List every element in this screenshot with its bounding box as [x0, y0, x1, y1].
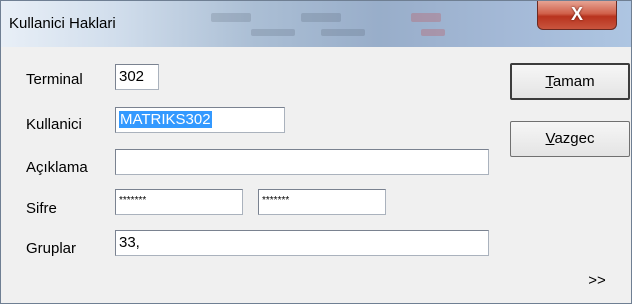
background-blur	[301, 13, 341, 22]
ok-mnemonic: T	[545, 73, 553, 90]
window-title: Kullanici Haklari	[9, 15, 116, 32]
background-blur	[211, 13, 251, 22]
ok-label: amam	[552, 73, 595, 90]
close-icon: X	[570, 4, 583, 24]
title-bar[interactable]: Kullanici Haklari X	[1, 1, 631, 47]
close-button[interactable]: X	[537, 1, 617, 30]
terminal-field[interactable]: 302	[115, 64, 159, 90]
terminal-value: 302	[119, 68, 145, 85]
more-button[interactable]: >>	[573, 264, 621, 298]
ok-button[interactable]: Tamam	[510, 63, 630, 100]
password-value: *******	[119, 195, 147, 206]
password-confirm-field[interactable]: *******	[258, 189, 386, 215]
more-icon: >>	[588, 272, 606, 289]
gruplar-label: Gruplar	[26, 240, 77, 257]
sifre-label: Sifre	[26, 200, 57, 217]
background-blur	[421, 29, 445, 36]
gruplar-field[interactable]: 33,	[115, 230, 489, 256]
kullanici-label: Kullanici	[26, 116, 82, 133]
background-blur	[321, 29, 365, 36]
aciklama-field[interactable]	[115, 149, 489, 175]
background-blur	[251, 29, 295, 36]
aciklama-label: Açıklama	[26, 159, 88, 176]
cancel-button[interactable]: Vazgec	[510, 121, 630, 157]
background-blur	[411, 13, 441, 22]
kullanici-value: MATRIKS302	[119, 111, 212, 128]
dialog-window: Kullanici Haklari X Terminal 302 Kullani…	[0, 0, 632, 304]
terminal-label: Terminal	[26, 71, 83, 88]
cancel-label: azgec	[554, 130, 595, 147]
password-field[interactable]: *******	[115, 189, 243, 215]
gruplar-value: 33,	[119, 234, 140, 251]
password-confirm-value: *******	[262, 195, 290, 206]
kullanici-field[interactable]: MATRIKS302	[115, 107, 285, 133]
